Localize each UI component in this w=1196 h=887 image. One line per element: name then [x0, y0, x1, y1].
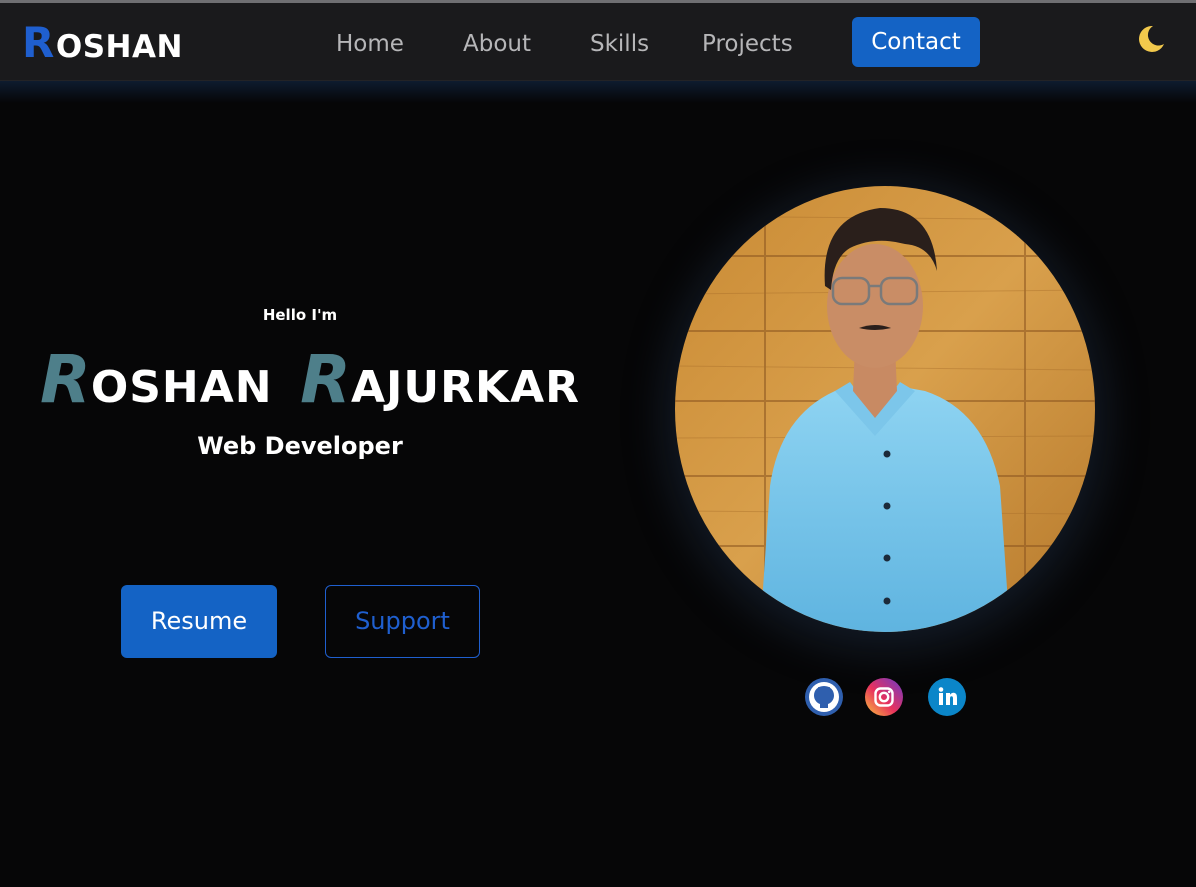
moon-icon[interactable]: [1134, 23, 1166, 55]
last-name-rest: AJURKAR: [350, 362, 580, 413]
github-icon[interactable]: [805, 678, 843, 716]
logo-text: OSHAN: [55, 29, 183, 65]
nav-projects-link[interactable]: Projects: [702, 30, 793, 58]
last-name-initial: R: [300, 341, 351, 418]
contact-button[interactable]: Contact: [852, 17, 980, 67]
nav-home-link[interactable]: Home: [336, 30, 404, 58]
hero-name: ROSHAN RAJURKAR: [40, 341, 579, 418]
first-name-rest: OSHAN: [90, 362, 273, 413]
nav-skills-link[interactable]: Skills: [590, 30, 649, 58]
nav-about-link[interactable]: About: [463, 30, 531, 58]
hero-role: Web Developer: [197, 432, 403, 460]
support-button[interactable]: Support: [325, 585, 480, 658]
site-logo[interactable]: R OSHAN: [22, 18, 183, 67]
logo-initial: R: [22, 18, 55, 67]
profile-photo: [675, 186, 1095, 632]
resume-button[interactable]: Resume: [121, 585, 277, 658]
navbar: R OSHAN Home About Skills Projects Conta…: [0, 3, 1196, 81]
first-name-initial: R: [40, 341, 91, 418]
instagram-icon[interactable]: [865, 678, 903, 716]
navbar-shadow: [0, 81, 1196, 103]
linkedin-icon[interactable]: [928, 678, 966, 716]
hero-greeting: Hello I'm: [262, 306, 338, 324]
